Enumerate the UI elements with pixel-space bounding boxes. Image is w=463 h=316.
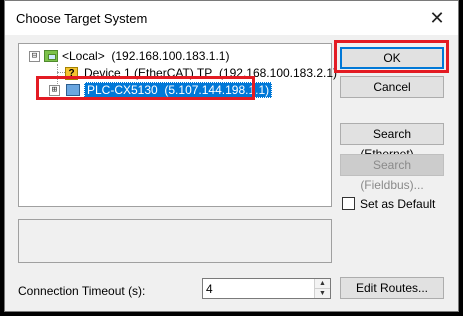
tree-node-local-address: (192.168.100.183.1.1) [111, 49, 230, 63]
tree-node-plc-address: (5.107.144.198.1.1) [164, 83, 270, 97]
warning-icon: ? [65, 66, 78, 80]
target-tree[interactable]: ⊟ <Local> (192.168.100.183.1.1) ? Device… [18, 43, 337, 207]
set-as-default-checkbox[interactable] [342, 197, 355, 210]
tree-node-device1-address: (192.168.100.183.2.1) [218, 66, 338, 80]
close-icon[interactable]: ✕ [426, 7, 448, 29]
network-icon [44, 50, 58, 62]
tree-node-plc-selected: PLC-CX5130 (5.107.144.198.1.1) [84, 82, 273, 98]
tree-node-plc[interactable]: ⊞ PLC-CX5130 (5.107.144.198.1.1) [49, 82, 273, 98]
connection-timeout-input[interactable] [206, 281, 311, 296]
collapse-icon[interactable]: ⊟ [29, 50, 40, 62]
spinner-buttons: ▲ ▼ [314, 279, 330, 298]
tree-node-plc-label: PLC-CX5130 [87, 83, 158, 97]
cancel-button[interactable]: Cancel [340, 76, 444, 98]
choose-target-dialog: Choose Target System ✕ ⊟ <Local> (192.16… [4, 0, 459, 312]
set-as-default-label[interactable]: Set as Default [360, 197, 435, 211]
expand-icon[interactable]: ⊞ [49, 84, 60, 96]
tree-node-device1[interactable]: ? Device 1 (EtherCAT) TP (192.168.100.18… [65, 65, 337, 81]
tree-node-local[interactable]: ⊟ <Local> (192.168.100.183.1.1) [29, 48, 229, 64]
tree-node-device1-label: Device 1 (EtherCAT) TP [84, 66, 213, 80]
connection-timeout-label: Connection Timeout (s): [18, 284, 146, 298]
connection-timeout-spinner[interactable]: ▲ ▼ [202, 278, 331, 299]
title-bar: Choose Target System ✕ [5, 1, 458, 35]
tree-node-local-label: <Local> [62, 49, 105, 63]
ok-button[interactable]: OK [340, 47, 444, 69]
dialog-title: Choose Target System [16, 11, 148, 26]
plc-icon [66, 84, 80, 96]
search-ethernet-button[interactable]: Search (Ethernet)... [340, 123, 444, 161]
status-message-box [18, 219, 332, 263]
edit-routes-button[interactable]: Edit Routes... [340, 277, 444, 299]
tree-connector-horizontal [57, 72, 65, 73]
spin-down-icon[interactable]: ▼ [315, 289, 330, 298]
spin-up-icon[interactable]: ▲ [315, 279, 330, 289]
search-fieldbus-button: Search (Fieldbus)... [340, 154, 444, 192]
